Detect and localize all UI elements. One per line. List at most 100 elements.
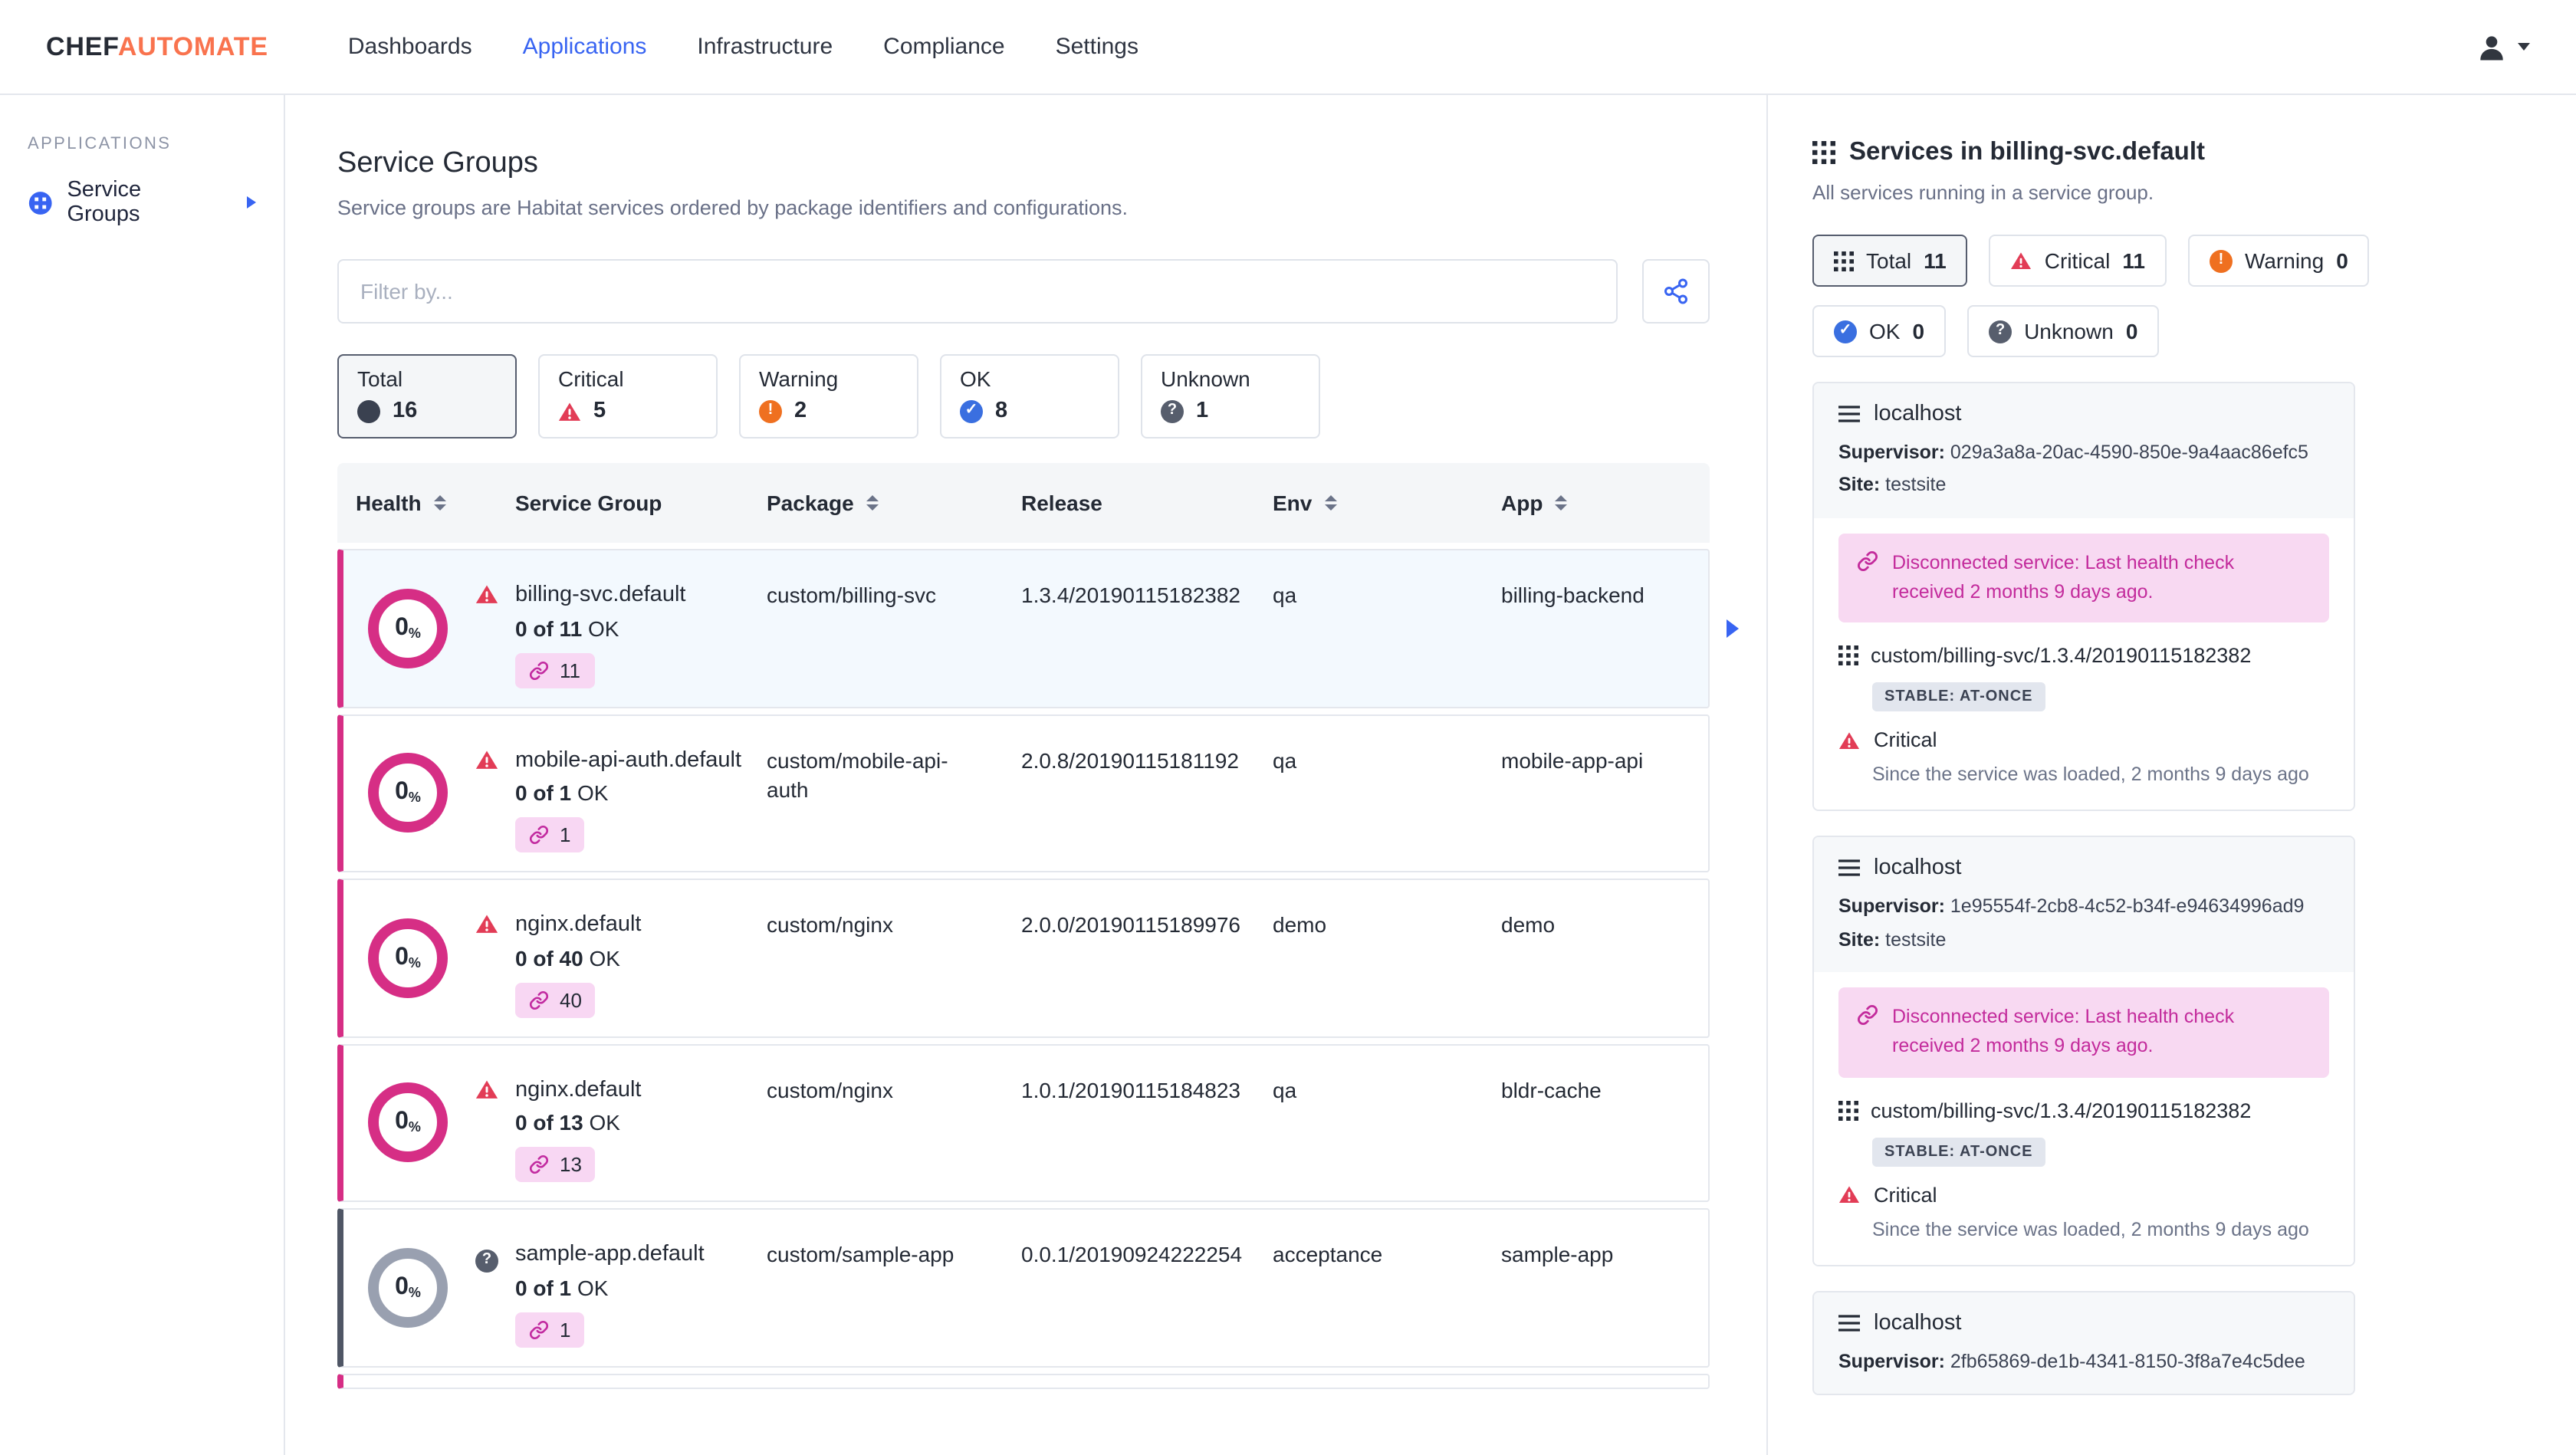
service-group-row[interactable]: 0% nginx.default 0 of 13 OK 13 custom/ng… [337,1043,1710,1203]
column-header-package[interactable]: Package [767,491,1021,515]
service-health-status: Critical [1874,1183,1937,1206]
ok-ratio: 0 of 11 OK [515,616,619,641]
critical-icon [475,914,498,941]
critical-icon [1838,731,1860,749]
disconnected-link-icon [1858,550,1878,570]
disconnected-link-icon [529,1320,549,1339]
nav-item-infrastructure[interactable]: Infrastructure [697,34,833,60]
status-card-label: Warning [759,366,839,391]
panel-title: Services in billing-svc.default [1849,138,2205,166]
filter-pill-critical[interactable]: Critical 11 [1989,235,2167,287]
service-package: custom/billing-svc/1.3.4/20190115182382 [1871,644,2252,668]
share-button[interactable] [1642,259,1710,324]
nav-item-settings[interactable]: Settings [1056,34,1138,60]
env-cell: qa [1273,747,1297,773]
status-card-warning[interactable]: Warning ! 2 [739,354,918,438]
release-cell: 1.0.1/20190115184823 [1021,1077,1240,1102]
service-group-row[interactable]: 0% nginx.default 0 of 40 OK 40 custom/ng… [337,879,1710,1038]
main-nav: Dashboards Applications Infrastructure C… [348,34,2475,60]
filter-pill-unknown[interactable]: ? Unknown 0 [1967,305,2160,357]
package-cell: custom/nginx [767,912,893,938]
status-card-count: 5 [593,399,606,423]
nav-item-compliance[interactable]: Compliance [883,34,1004,60]
sidebar-item-label: Service Groups [67,178,142,227]
release-cell: 2.0.8/20190115181192 [1021,747,1239,773]
health-cell: 0% [343,1045,515,1200]
sidebar-item-service-groups[interactable]: Service Groups [28,178,256,227]
package-icon [1838,645,1858,666]
nav-item-dashboards[interactable]: Dashboards [348,34,472,60]
service-card: localhost Supervisor: 2fb65869-de1b-4341… [1812,1290,2355,1395]
chef-automate-app: CHEFAUTOMATE Dashboards Applications Inf… [0,0,2576,1455]
service-group-name: sample-app.default [515,1242,705,1267]
critical-icon [475,749,498,777]
service-group-cell: nginx.default 0 of 40 OK 40 [475,880,767,1036]
alert-text: Disconnected service: Last health check … [1892,551,2235,603]
status-card-total[interactable]: Total 16 [337,354,517,438]
filter-pill-ok[interactable]: ✓ OK 0 [1812,305,1947,357]
pill-count: 11 [1924,248,1947,273]
filter-pill-warning[interactable]: ! Warning 0 [2187,235,2370,287]
health-ring: 0% [368,753,448,833]
release-cell: 2.0.0/20190115189976 [1021,912,1240,938]
column-label: Health [356,491,422,515]
user-menu[interactable] [2475,30,2530,64]
status-card-count: 8 [995,399,1008,423]
site-line: Site: testsite [1838,474,1947,496]
column-label: App [1501,491,1543,515]
pill-count: 11 [2122,248,2145,273]
column-header-app[interactable]: App [1501,491,1710,515]
filter-pill-total[interactable]: Total 11 [1812,235,1968,287]
status-card-count: 2 [794,399,807,423]
column-label: Release [1021,491,1102,515]
status-card-ok[interactable]: OK ✓ 8 [940,354,1119,438]
host-name: localhost [1874,1310,1962,1335]
services-count-badge: 11 [515,652,594,688]
filter-input[interactable] [337,259,1618,324]
critical-icon [475,1079,498,1106]
status-card-critical[interactable]: Critical 5 [538,354,718,438]
package-cell: custom/billing-svc [767,583,936,607]
sort-icon [866,494,879,511]
service-health-status: Critical [1874,728,1937,752]
env-cell: demo [1273,912,1327,938]
release-cell: 0.0.1/20190924222254 [1021,1242,1243,1267]
logo-chef-text: CHEF [46,31,118,61]
column-header-service-group[interactable]: Service Group [515,491,767,515]
env-cell: qa [1273,1077,1297,1102]
status-card-count: 16 [393,399,418,423]
critical-icon [475,584,498,612]
status-card-label: Critical [558,366,624,391]
ok-ratio: 0 of 40 OK [515,945,620,971]
update-strategy-badge: STABLE: AT-ONCE [1872,1137,2045,1166]
services-count-badge: 13 [515,1147,596,1183]
service-group-row[interactable]: 0% ? sample-app.default 0 of 1 OK 1 cust… [337,1208,1710,1368]
status-card-unknown[interactable]: Unknown ? 1 [1141,354,1320,438]
service-card-body: Disconnected service: Last health check … [1814,517,2354,810]
health-ring: 0% [368,588,448,668]
disconnected-link-icon [529,1155,549,1174]
unknown-icon: ? [1161,399,1184,422]
service-group-row-partial[interactable] [337,1373,1710,1389]
panel-subtitle: All services running in a service group. [1812,181,2154,204]
since-loaded-text: Since the service was loaded, 2 months 9… [1872,764,2309,786]
service-card-body: Disconnected service: Last health check … [1814,971,2354,1264]
nav-item-applications[interactable]: Applications [523,34,647,60]
ok-icon: ✓ [1834,320,1857,343]
column-header-env[interactable]: Env [1273,491,1501,515]
service-group-cell: mobile-api-auth.default 0 of 1 OK 1 [475,715,767,871]
column-header-health[interactable]: Health [337,491,515,515]
sort-icon [1555,494,1568,511]
host-list-icon [1838,1314,1860,1331]
warning-icon: ! [2209,249,2233,272]
chef-automate-logo[interactable]: CHEFAUTOMATE [46,31,268,62]
services-panel: Services in billing-svc.default All serv… [1766,95,2576,1455]
service-group-row[interactable]: 0% mobile-api-auth.default 0 of 1 OK 1 c… [337,714,1710,873]
service-group-row[interactable]: 0% billing-svc.default 0 of 11 OK 11 cus… [337,549,1739,708]
service-group-name: nginx.default [515,1077,642,1102]
column-header-release[interactable]: Release [1021,491,1273,515]
unknown-icon: ? [475,1244,498,1273]
health-cell: 0% [343,1210,515,1366]
services-count-badge: 1 [515,817,585,853]
status-filter-cards: Total 16 Critical 5 Warning ! 2 OK ✓ 8 U… [337,354,1710,438]
